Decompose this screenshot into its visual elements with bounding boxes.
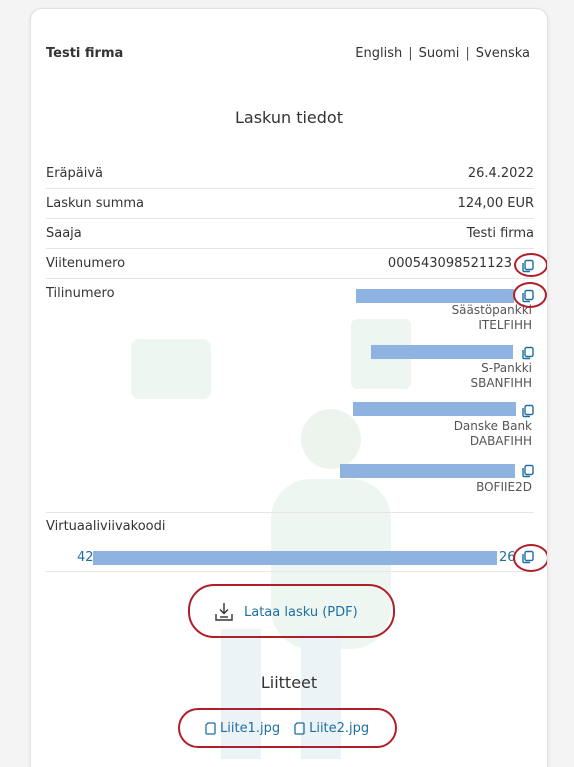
- account-number-redacted: [353, 402, 516, 416]
- language-separator: |: [408, 46, 413, 61]
- due-date-label: Eräpäivä: [46, 166, 104, 181]
- divider: [46, 512, 534, 513]
- copy-account-icon[interactable]: [521, 464, 535, 478]
- attachment-name: Liite1.jpg: [220, 721, 281, 736]
- highlight-ring: [513, 544, 547, 572]
- bank-bic: BOFIIE2D: [476, 480, 532, 494]
- bank-info: S-Pankki SBANFIHH: [470, 361, 532, 391]
- highlight-ring: [514, 253, 547, 277]
- recipient-label: Saaja: [46, 226, 82, 241]
- account-number-redacted: [356, 289, 514, 303]
- bank-bic: SBANFIHH: [470, 376, 532, 390]
- bank-bic: ITELFIHH: [478, 318, 532, 332]
- download-pdf-button[interactable]: Lataa lasku (PDF): [214, 601, 358, 623]
- amount-label: Laskun summa: [46, 196, 145, 211]
- bank-info: BOFIIE2D: [476, 480, 532, 495]
- attachment-name: Liite2.jpg: [309, 721, 370, 736]
- invoice-card: Testi firma English | Suomi | Svenska La…: [30, 8, 548, 767]
- due-date-value: 26.4.2022: [467, 166, 534, 181]
- attachments-list: Liite1.jpg Liite2.jpg: [205, 721, 369, 736]
- download-pdf-label: Lataa lasku (PDF): [244, 604, 358, 620]
- account-number-redacted: [371, 345, 513, 359]
- recipient-row: Saaja Testi firma: [46, 219, 534, 249]
- divider: [46, 571, 534, 572]
- company-name: Testi firma: [46, 46, 124, 61]
- account-number-redacted: [340, 464, 515, 478]
- highlight-ring: [513, 282, 547, 308]
- reference-value[interactable]: 000543098521123: [388, 256, 512, 271]
- virtual-barcode-redacted: [93, 551, 497, 565]
- account-label: Tilinumero: [46, 286, 115, 301]
- bank-info: Danske Bank DABAFIHH: [454, 419, 532, 449]
- bank-bic: DABAFIHH: [469, 434, 532, 448]
- bank-info: Säästöpankki ITELFIHH: [452, 303, 532, 333]
- invoice-title: Laskun tiedot: [235, 108, 343, 127]
- language-separator: |: [465, 46, 470, 61]
- reference-label: Viitenumero: [46, 256, 126, 271]
- file-icon: [294, 722, 305, 735]
- language-suomi[interactable]: Suomi: [419, 46, 460, 61]
- virtual-barcode-label: Virtuaaliviivakoodi: [46, 519, 166, 534]
- copy-account-icon[interactable]: [521, 346, 535, 360]
- download-icon: [215, 603, 233, 621]
- bank-name: S-Pankki: [481, 361, 532, 375]
- file-icon: [205, 722, 216, 735]
- language-svenska[interactable]: Svenska: [476, 46, 530, 61]
- attachments-title: Liitteet: [260, 673, 318, 692]
- reference-row: Viitenumero 000543098521123: [46, 249, 534, 279]
- attachment-link[interactable]: Liite1.jpg: [205, 721, 280, 736]
- attachment-link[interactable]: Liite2.jpg: [294, 721, 369, 736]
- amount-row: Laskun summa 124,00 EUR: [46, 189, 534, 219]
- language-english[interactable]: English: [355, 46, 402, 61]
- copy-account-icon[interactable]: [521, 404, 535, 418]
- due-date-row: Eräpäivä 26.4.2022: [46, 159, 534, 189]
- bank-name: Danske Bank: [453, 419, 532, 433]
- language-switcher: English | Suomi | Svenska: [355, 46, 530, 61]
- recipient-value: Testi firma: [466, 226, 534, 241]
- amount-value: 124,00 EUR: [457, 196, 534, 211]
- virtual-barcode-prefix[interactable]: 42: [77, 550, 94, 565]
